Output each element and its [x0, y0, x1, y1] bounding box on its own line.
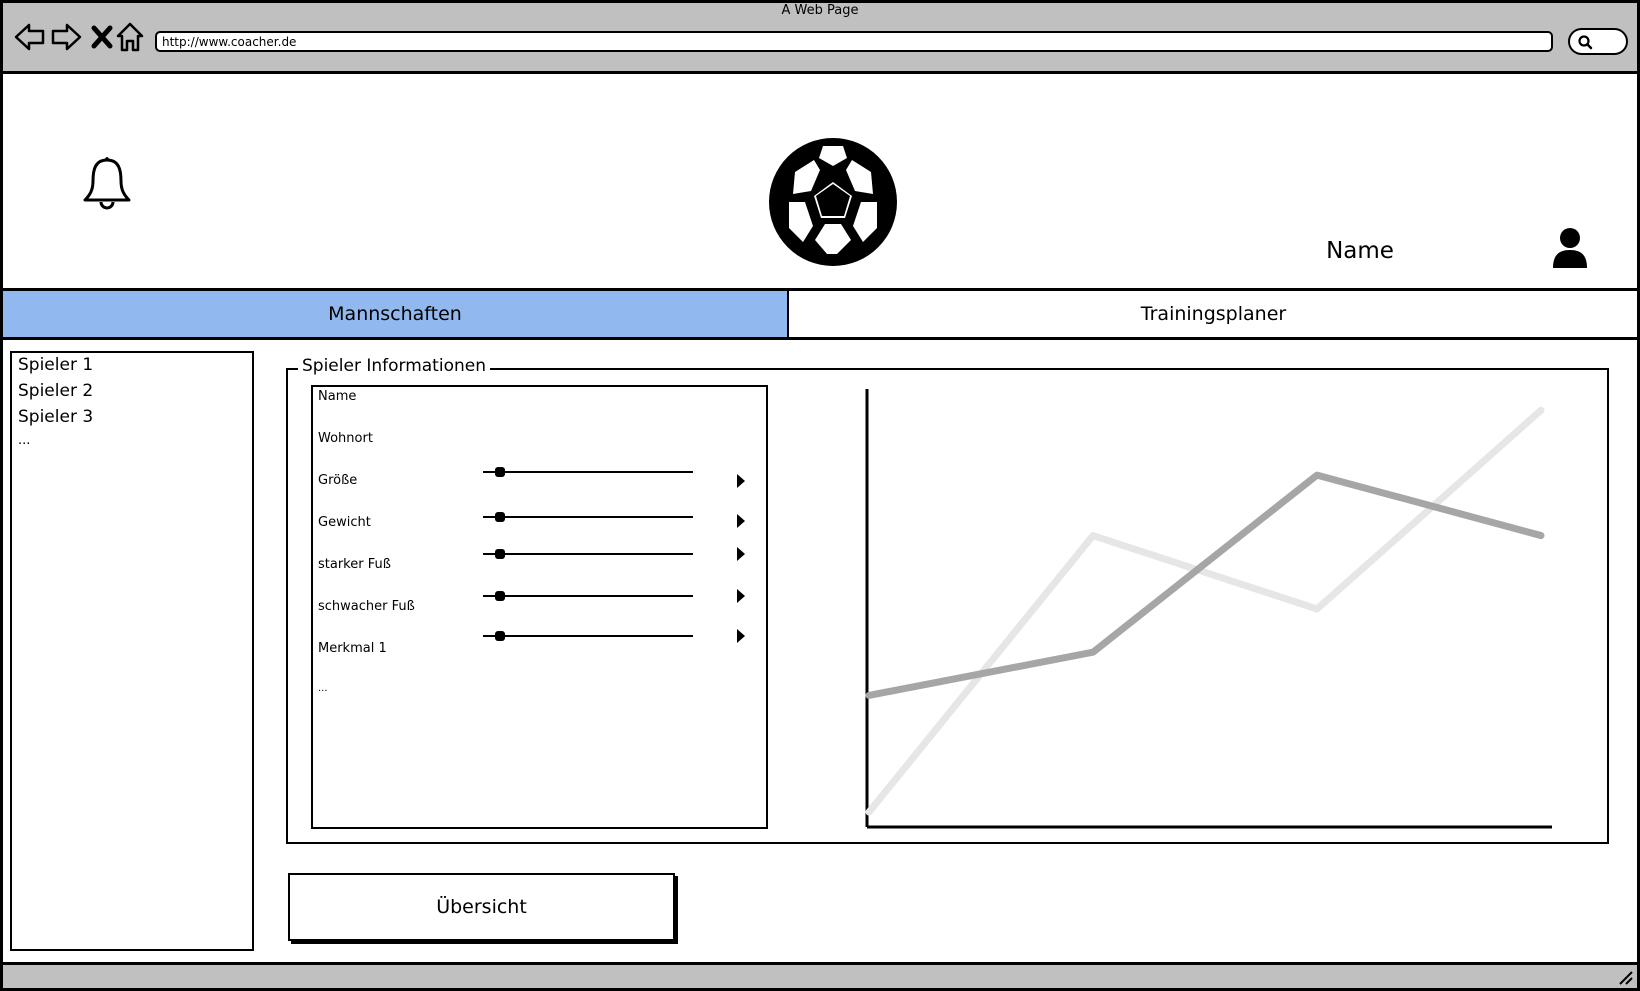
chart-series-line-2: [865, 471, 1545, 699]
forward-arrow-icon[interactable]: [49, 20, 83, 54]
play-arrow-icon[interactable]: [737, 589, 745, 603]
slider-schwacher-fuss[interactable]: [483, 595, 693, 597]
play-arrow-icon[interactable]: [737, 474, 745, 488]
player-list-item[interactable]: Spieler 2: [18, 381, 93, 401]
home-icon[interactable]: [113, 20, 147, 54]
tab-mannschaften[interactable]: Mannschaften: [3, 291, 789, 337]
user-name: Name: [1326, 238, 1394, 264]
slider-handle[interactable]: [494, 631, 505, 641]
bell-icon[interactable]: [80, 155, 136, 213]
player-list-item[interactable]: Spieler 3: [18, 407, 93, 427]
player-list: [10, 351, 254, 951]
play-arrow-icon[interactable]: [737, 629, 745, 643]
play-arrow-icon[interactable]: [737, 514, 745, 528]
field-label-wohnort: Wohnort: [318, 431, 373, 446]
overview-button[interactable]: Übersicht: [288, 873, 675, 941]
slider-merkmal-1[interactable]: [483, 635, 693, 637]
slider-handle[interactable]: [494, 591, 505, 601]
slider-starker-fuss[interactable]: [483, 553, 693, 555]
fieldset-legend: Spieler Informationen: [298, 356, 490, 376]
player-list-more: ...: [18, 433, 31, 448]
field-label-more: ...: [318, 683, 328, 694]
field-label-groesse: Größe: [318, 473, 358, 488]
search-icon[interactable]: [1577, 34, 1593, 50]
slider-groesse[interactable]: [483, 471, 693, 473]
field-label-schwacher-fuss: schwacher Fuß: [318, 599, 415, 614]
slider-handle[interactable]: [494, 549, 505, 559]
resize-grip-icon[interactable]: [1617, 969, 1633, 985]
url-bar[interactable]: http://www.coacher.de: [155, 31, 1553, 52]
field-label-starker-fuss: starker Fuß: [318, 557, 391, 572]
field-label-merkmal-1: Merkmal 1: [318, 641, 387, 656]
tab-trainingsplaner[interactable]: Trainingsplaner: [790, 291, 1637, 337]
player-stats-chart: [865, 389, 1552, 829]
soccer-ball-icon: [769, 138, 897, 266]
play-arrow-icon[interactable]: [737, 547, 745, 561]
back-arrow-icon[interactable]: [13, 20, 47, 54]
slider-handle[interactable]: [494, 512, 505, 522]
field-label-name: Name: [318, 389, 357, 404]
status-bar: [0, 962, 1640, 991]
user-icon[interactable]: [1550, 226, 1590, 270]
player-list-item[interactable]: Spieler 1: [18, 355, 93, 375]
field-label-gewicht: Gewicht: [318, 515, 371, 530]
slider-handle[interactable]: [494, 467, 505, 477]
window-title: A Web Page: [781, 3, 859, 18]
chart-series-line-1: [865, 406, 1545, 816]
slider-gewicht[interactable]: [483, 516, 693, 518]
